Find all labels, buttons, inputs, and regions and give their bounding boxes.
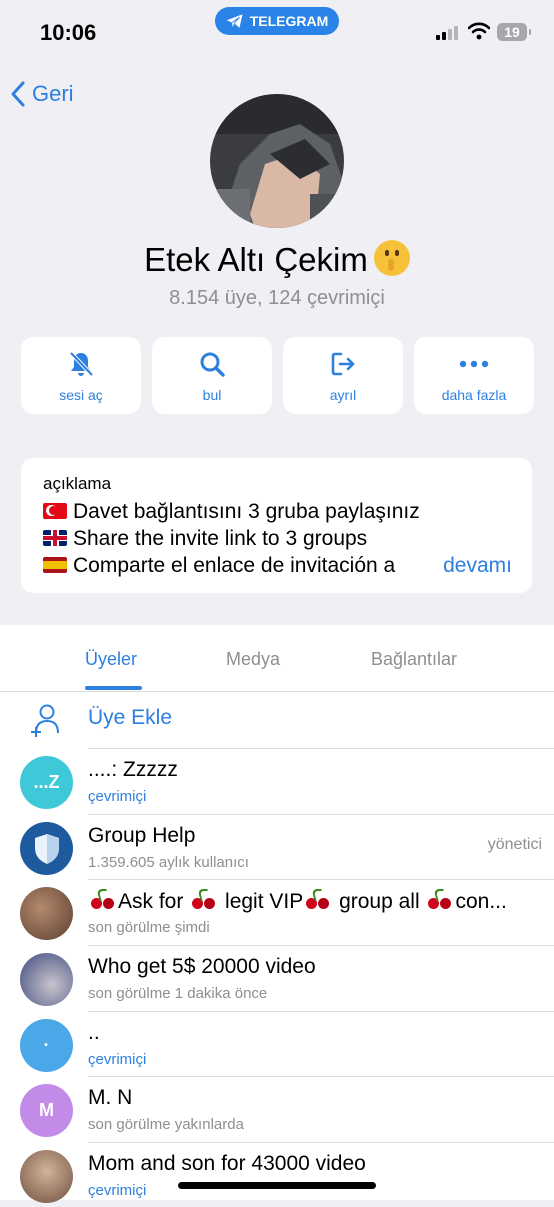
leave-label: ayrıl — [329, 386, 357, 403]
group-avatar[interactable] — [210, 94, 344, 228]
cherry-icon — [427, 889, 453, 911]
avatar — [20, 887, 73, 940]
member-status: çevrimiçi — [88, 1182, 147, 1199]
divider — [88, 1011, 554, 1012]
add-member-button[interactable]: Üye Ekle — [0, 691, 554, 748]
member-status: son görülme yakınlarda — [88, 1116, 244, 1133]
avatar: · — [20, 1019, 73, 1072]
description-card[interactable]: açıklama Davet bağlantısını 3 gruba payl… — [21, 458, 532, 593]
unmute-label: sesi aç — [59, 386, 103, 403]
member-status: son görülme 1 dakika önce — [88, 985, 268, 1002]
divider — [88, 945, 554, 946]
avatar — [20, 1150, 73, 1203]
members-panel: Üyeler Medya Bağlantılar Üye Ekle ...Z .… — [0, 625, 554, 1203]
read-more-link[interactable]: devamı — [443, 554, 512, 578]
avatar: ...Z — [20, 756, 73, 809]
clock: 10:06 — [40, 20, 97, 45]
leave-icon — [331, 352, 355, 375]
member-row[interactable]: M M. N son görülme yakınlarda — [0, 1076, 554, 1141]
telegram-pill-label: TELEGRAM — [249, 13, 329, 29]
page-title: Etek Altı Çekim — [0, 240, 554, 279]
more-icon — [459, 360, 489, 367]
search-icon — [200, 352, 225, 377]
search-label: bul — [202, 386, 222, 403]
shield-icon — [34, 833, 59, 864]
back-label: Geri — [32, 81, 74, 106]
member-name: .. — [88, 1021, 100, 1044]
chevron-left-icon — [11, 81, 25, 107]
divider — [88, 748, 554, 749]
member-status: son görülme şimdi — [88, 919, 210, 936]
member-name: Mom and son for 43000 video — [88, 1152, 366, 1175]
bell-slash-icon — [69, 351, 94, 376]
description-line-tr: Davet bağlantısını 3 gruba paylaşınız — [43, 500, 420, 524]
avatar — [20, 822, 73, 875]
member-name: ....: Zzzzz — [88, 758, 178, 781]
member-name: Ask for legit VIP group all con... — [88, 889, 507, 914]
member-row[interactable]: ...Z ....: Zzzzz çevrimiçi — [0, 748, 554, 813]
more-label: daha fazla — [441, 386, 507, 403]
turkey-flag-icon — [43, 503, 67, 519]
telegram-icon — [226, 14, 243, 28]
unmute-button[interactable]: sesi aç — [21, 337, 141, 414]
cherry-icon — [305, 889, 331, 911]
tab-members[interactable]: Üyeler — [85, 649, 137, 670]
spain-flag-icon — [43, 557, 67, 573]
more-button[interactable]: daha fazla — [414, 337, 534, 414]
member-row[interactable]: Ask for legit VIP group all con... son g… — [0, 879, 554, 944]
tab-indicator — [85, 686, 142, 690]
battery-icon: 19 — [497, 23, 531, 41]
telegram-pill[interactable]: TELEGRAM — [215, 7, 339, 35]
member-name: Who get 5$ 20000 video — [88, 955, 316, 978]
wifi-icon — [468, 22, 490, 40]
member-status: çevrimiçi — [88, 788, 147, 805]
divider — [88, 1076, 554, 1077]
cherry-icon — [191, 889, 217, 911]
tab-media[interactable]: Medya — [226, 649, 280, 670]
divider — [88, 1142, 554, 1143]
avatar — [20, 953, 73, 1006]
tab-bar: Üyeler Medya Bağlantılar — [0, 625, 554, 692]
member-row[interactable]: Group Help 1.359.605 aylık kullanıcı yön… — [0, 814, 554, 879]
member-role: yönetici — [487, 836, 542, 853]
home-indicator — [178, 1182, 376, 1189]
member-name: M. N — [88, 1086, 133, 1109]
member-status: çevrimiçi — [88, 1051, 147, 1068]
description-label: açıklama — [43, 474, 112, 493]
signal-icon — [436, 26, 458, 40]
description-line-es: Comparte el enlace de invitación a — [43, 554, 395, 578]
uk-flag-icon — [43, 530, 67, 546]
member-name: Group Help — [88, 824, 196, 847]
description-line-en: Share the invite link to 3 groups — [43, 527, 367, 551]
divider — [88, 879, 554, 880]
member-row[interactable]: Who get 5$ 20000 video son görülme 1 dak… — [0, 945, 554, 1010]
avatar: M — [20, 1084, 73, 1137]
leave-button[interactable]: ayrıl — [283, 337, 403, 414]
member-row[interactable]: Mom and son for 43000 video çevrimiçi — [0, 1142, 554, 1207]
action-bar: sesi aç bul ayrıl daha fazla — [21, 337, 534, 414]
back-button[interactable]: Geri — [10, 80, 74, 108]
member-row[interactable]: · .. çevrimiçi — [0, 1011, 554, 1076]
add-person-icon — [31, 704, 59, 737]
search-button[interactable]: bul — [152, 337, 272, 414]
status-bar: 10:06 TELEGRAM 19 — [0, 0, 554, 70]
group-subtitle: 8.154 üye, 124 çevrimiçi — [169, 287, 385, 309]
add-member-label: Üye Ekle — [88, 706, 173, 729]
member-status: 1.359.605 aylık kullanıcı — [88, 854, 249, 871]
tab-links[interactable]: Bağlantılar — [371, 649, 457, 670]
cherry-icon — [90, 889, 116, 911]
shushing-face-icon — [373, 240, 410, 276]
divider — [88, 814, 554, 815]
group-title: Etek Altı Çekim — [144, 241, 368, 278]
group-avatar-image — [210, 94, 344, 228]
